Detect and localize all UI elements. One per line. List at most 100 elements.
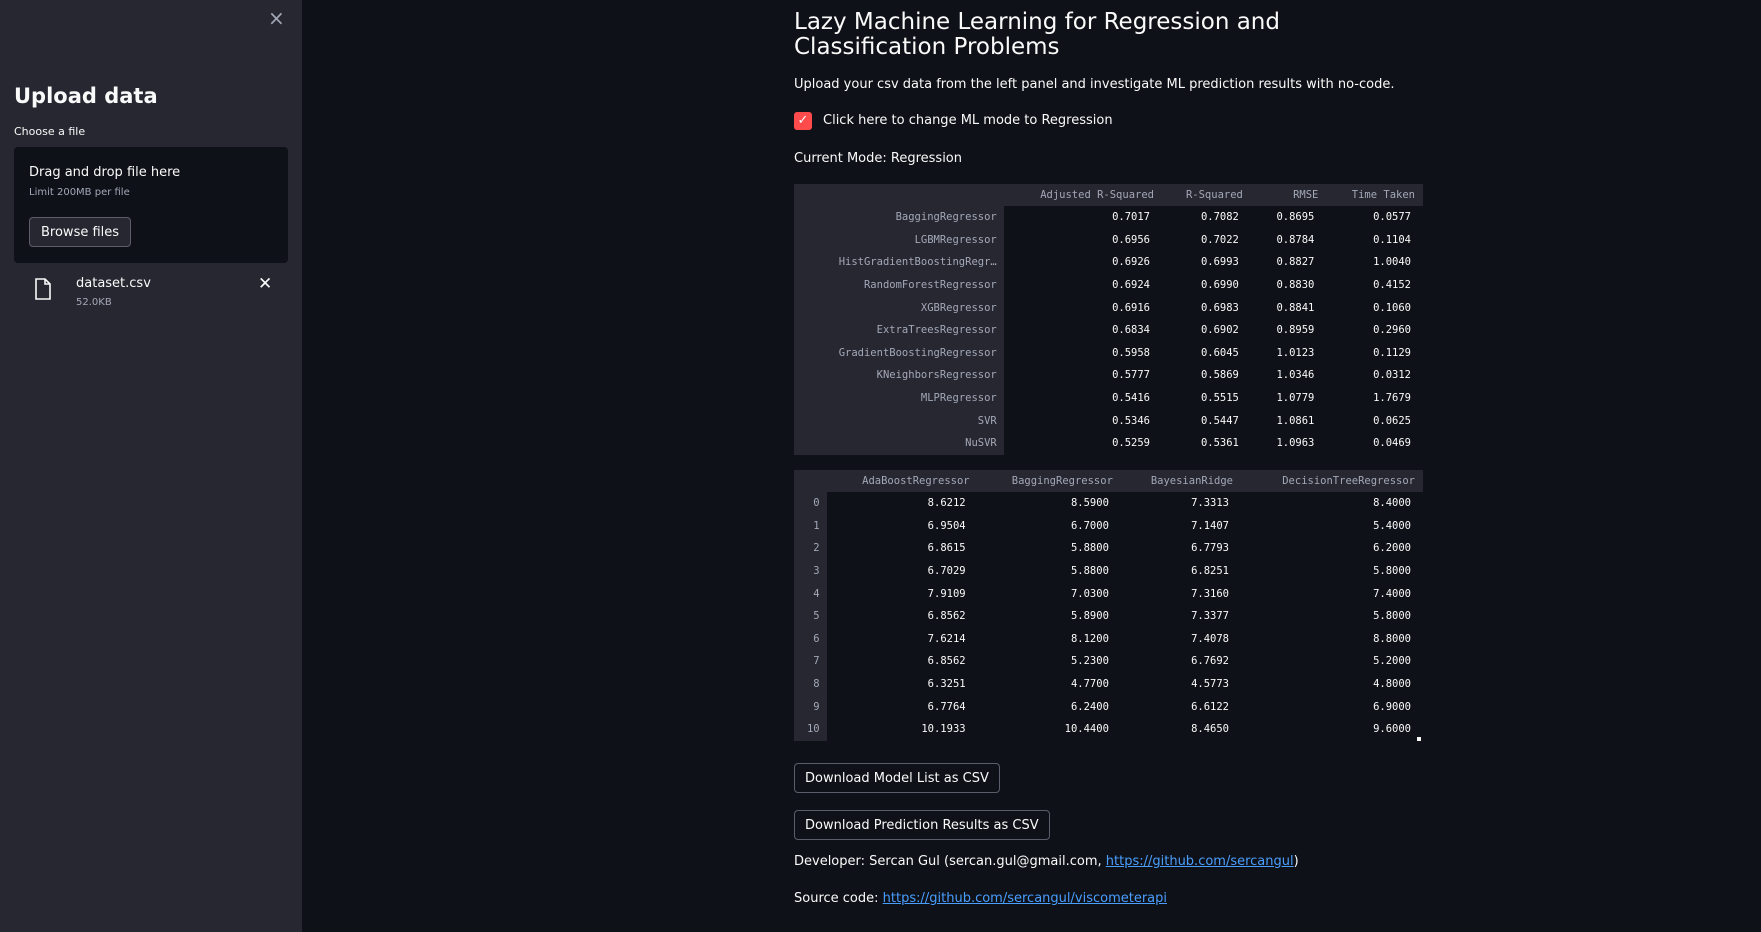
models-table-cell[interactable]: 0.5361 — [1162, 431, 1251, 455]
models-table-cell[interactable]: 0.1104 — [1326, 228, 1423, 252]
predictions-table-cell[interactable]: 8.8000 — [1241, 627, 1423, 651]
models-table-cell[interactable]: 0.4152 — [1326, 273, 1423, 297]
predictions-table-cell[interactable]: 7.9109 — [826, 582, 978, 605]
close-sidebar-icon[interactable]: × — [268, 8, 285, 28]
models-table-cell[interactable]: 0.6902 — [1162, 318, 1251, 342]
models-table-cell[interactable]: 0.5515 — [1162, 386, 1251, 410]
models-table-row-label[interactable]: BaggingRegressor — [794, 206, 1004, 229]
models-table-cell[interactable]: 0.6990 — [1162, 273, 1251, 297]
models-table-cell[interactable]: 0.6926 — [1003, 251, 1162, 274]
mode-checkbox[interactable]: ✓ — [794, 112, 812, 130]
file-dropzone[interactable]: Drag and drop file here Limit 200MB per … — [14, 147, 288, 263]
models-table-column-header[interactable]: R-Squared — [1162, 184, 1251, 206]
models-table-cell[interactable]: 0.6924 — [1003, 273, 1162, 297]
predictions-table-row-label[interactable]: 8 — [794, 672, 827, 696]
models-table-cell[interactable]: 1.0963 — [1250, 431, 1327, 455]
models-table-cell[interactable]: 0.6834 — [1003, 318, 1162, 342]
predictions-table-row-label[interactable]: 2 — [794, 537, 827, 560]
predictions-table-cell[interactable]: 6.8251 — [1120, 559, 1241, 583]
models-table-cell[interactable]: 0.7017 — [1003, 206, 1162, 229]
download-predictions-button[interactable]: Download Prediction Results as CSV — [794, 810, 1050, 840]
models-table-cell[interactable]: 0.6983 — [1162, 296, 1251, 319]
models-table-row-label[interactable]: MLPRegressor — [794, 386, 1004, 410]
models-table-cell[interactable]: 0.5416 — [1003, 386, 1162, 410]
mode-checkbox-label[interactable]: Click here to change ML mode to Regressi… — [823, 113, 1113, 128]
models-table-cell[interactable]: 0.0312 — [1326, 364, 1423, 387]
browse-files-button[interactable]: Browse files — [29, 217, 132, 247]
predictions-table-cell[interactable]: 6.7764 — [826, 695, 978, 718]
predictions-table-cell[interactable]: 8.6212 — [826, 492, 978, 515]
models-table-row-label[interactable]: KNeighborsRegressor — [794, 364, 1004, 387]
predictions-table-cell[interactable]: 5.4000 — [1241, 514, 1423, 538]
predictions-table-cell[interactable]: 6.8562 — [826, 604, 978, 628]
predictions-table-row-label[interactable]: 3 — [794, 559, 827, 583]
models-table-cell[interactable]: 0.0625 — [1326, 409, 1423, 432]
predictions-table-cell[interactable]: 7.3313 — [1120, 492, 1241, 515]
predictions-table-column-header[interactable]: BayesianRidge — [1120, 470, 1241, 492]
predictions-table-column-header[interactable] — [794, 470, 827, 492]
models-table-cell[interactable]: 1.0040 — [1326, 251, 1423, 274]
predictions-table-cell[interactable]: 10.1933 — [826, 717, 978, 741]
predictions-table-cell[interactable]: 8.5900 — [977, 492, 1121, 515]
models-table-row-label[interactable]: ExtraTreesRegressor — [794, 318, 1004, 342]
predictions-table-cell[interactable]: 6.6122 — [1120, 695, 1241, 718]
predictions-table-cell[interactable]: 7.4000 — [1241, 582, 1423, 605]
predictions-table-cell[interactable]: 6.2000 — [1241, 537, 1423, 560]
predictions-table-row-label[interactable]: 0 — [794, 492, 827, 515]
predictions-table-cell[interactable]: 9.6000 — [1241, 717, 1423, 741]
predictions-table-cell[interactable]: 4.7700 — [977, 672, 1121, 696]
models-table-column-header[interactable]: RMSE — [1250, 184, 1327, 206]
models-table-column-header[interactable]: Adjusted R-Squared — [1003, 184, 1162, 206]
models-table-column-header[interactable]: Time Taken — [1326, 184, 1423, 206]
predictions-table-cell[interactable]: 6.9000 — [1241, 695, 1423, 718]
models-table-cell[interactable]: 0.6916 — [1003, 296, 1162, 319]
predictions-table-cell[interactable]: 6.8562 — [826, 650, 978, 673]
models-table-cell[interactable]: 0.7022 — [1162, 228, 1251, 252]
predictions-table-cell[interactable]: 6.8615 — [826, 537, 978, 560]
predictions-table-cell[interactable]: 7.1407 — [1120, 514, 1241, 538]
models-table-cell[interactable]: 0.0577 — [1326, 206, 1423, 229]
predictions-table-cell[interactable]: 7.0300 — [977, 582, 1121, 605]
predictions-table-row-label[interactable]: 5 — [794, 604, 827, 628]
models-table-cell[interactable]: 1.7679 — [1326, 386, 1423, 410]
models-table-cell[interactable]: 0.6045 — [1162, 341, 1251, 365]
developer-github-link[interactable]: https://github.com/sercangul — [1106, 854, 1294, 869]
models-table-cell[interactable]: 0.2960 — [1326, 318, 1423, 342]
models-table-cell[interactable]: 1.0779 — [1250, 386, 1327, 410]
models-table-cell[interactable]: 0.8827 — [1250, 251, 1327, 274]
models-table-cell[interactable]: 1.0346 — [1250, 364, 1327, 387]
predictions-table-cell[interactable]: 6.2400 — [977, 695, 1121, 718]
predictions-table-column-header[interactable]: DecisionTreeRegressor — [1241, 470, 1423, 492]
predictions-table-cell[interactable]: 7.3377 — [1120, 604, 1241, 628]
predictions-table-cell[interactable]: 6.7692 — [1120, 650, 1241, 673]
predictions-table-row-label[interactable]: 6 — [794, 627, 827, 651]
predictions-table-cell[interactable]: 5.8800 — [977, 537, 1121, 560]
models-table[interactable]: Adjusted R-Squared R-Squared RMSE Time Take… — [794, 184, 1423, 455]
predictions-table-cell[interactable]: 6.7029 — [826, 559, 978, 583]
models-table-cell[interactable]: 0.7082 — [1162, 206, 1251, 229]
models-table-cell[interactable]: 0.0469 — [1326, 431, 1423, 455]
predictions-table[interactable]: AdaBoostRegressor BaggingRegressor Bayesia… — [794, 470, 1423, 741]
models-table-cell[interactable]: 0.1060 — [1326, 296, 1423, 319]
models-table-cell[interactable]: 0.1129 — [1326, 341, 1423, 365]
models-table-row-label[interactable]: RandomForestRegressor — [794, 273, 1004, 297]
models-table-cell[interactable]: 0.5447 — [1162, 409, 1251, 432]
models-table-cell[interactable]: 0.5869 — [1162, 364, 1251, 387]
predictions-table-cell[interactable]: 4.8000 — [1241, 672, 1423, 696]
predictions-table-column-header[interactable]: AdaBoostRegressor — [826, 470, 978, 492]
predictions-table-cell[interactable]: 8.1200 — [977, 627, 1121, 651]
models-table-cell[interactable]: 0.6956 — [1003, 228, 1162, 252]
models-table-cell[interactable]: 0.8784 — [1250, 228, 1327, 252]
models-table-cell[interactable]: 1.0861 — [1250, 409, 1327, 432]
models-table-row-label[interactable]: GradientBoostingRegressor — [794, 341, 1004, 365]
models-table-row-label[interactable]: SVR — [794, 409, 1004, 432]
models-table-row-label[interactable]: NuSVR — [794, 431, 1004, 455]
download-model-list-button[interactable]: Download Model List as CSV — [794, 763, 1000, 793]
predictions-table-cell[interactable]: 8.4650 — [1120, 717, 1241, 741]
predictions-table-cell[interactable]: 5.2300 — [977, 650, 1121, 673]
predictions-table-cell[interactable]: 5.8800 — [977, 559, 1121, 583]
models-table-cell[interactable]: 1.0123 — [1250, 341, 1327, 365]
source-code-link[interactable]: https://github.com/sercangul/viscometera… — [883, 891, 1167, 906]
predictions-table-row-label[interactable]: 4 — [794, 582, 827, 605]
models-table-cell[interactable]: 0.8959 — [1250, 318, 1327, 342]
